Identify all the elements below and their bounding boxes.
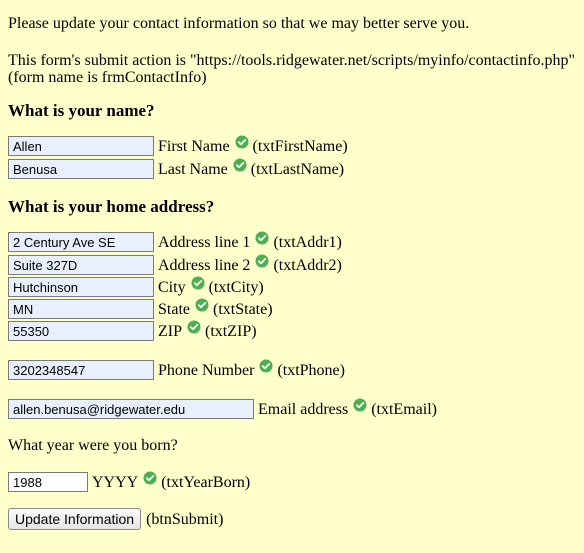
address-line1-id: (txtAddr1)	[273, 233, 342, 251]
green-checkmark-icon	[233, 158, 247, 172]
state-label: State	[158, 300, 190, 318]
state-id: (txtState)	[213, 300, 273, 318]
zip-id: (txtZIP)	[205, 322, 257, 340]
green-checkmark-icon	[235, 135, 249, 149]
submit-row: Update Information (btnSubmit)	[8, 508, 223, 530]
email-input[interactable]	[8, 399, 254, 419]
email-label: Email address	[258, 400, 349, 418]
phone-row: Phone Number (txtPhone)	[8, 359, 345, 381]
address-line1-input[interactable]	[8, 232, 154, 252]
birth-year-question: What year were you born?	[8, 437, 178, 454]
addr2-row: Address line 2 (txtAddr2)	[8, 254, 342, 276]
phone-label: Phone Number	[158, 361, 255, 379]
submit-id: (btnSubmit)	[146, 510, 224, 528]
city-label: City	[158, 278, 186, 296]
form-name-text: (form name is frmContactInfo)	[8, 69, 207, 86]
last-name-id: (txtLastName)	[250, 160, 345, 178]
phone-input[interactable]	[8, 360, 154, 380]
green-checkmark-icon	[191, 276, 205, 290]
address-line2-id: (txtAddr2)	[273, 256, 342, 274]
last-name-input[interactable]	[8, 159, 154, 179]
intro-text: Please update your contact information s…	[8, 15, 470, 32]
birth-year-input[interactable]	[8, 472, 88, 492]
first-name-id: (txtFirstName)	[252, 137, 348, 155]
email-row: Email address (txtEmail)	[8, 398, 437, 420]
first-name-label: First Name	[158, 137, 230, 155]
city-input[interactable]	[8, 277, 154, 297]
green-checkmark-icon	[353, 398, 367, 412]
address-line2-label: Address line 2	[158, 256, 251, 274]
zip-row: ZIP (txtZIP)	[8, 320, 257, 342]
email-id: (txtEmail)	[371, 400, 437, 418]
green-checkmark-icon	[187, 320, 201, 334]
green-checkmark-icon	[255, 231, 269, 245]
update-information-button[interactable]: Update Information	[8, 508, 142, 530]
green-checkmark-icon	[255, 254, 269, 268]
green-checkmark-icon	[143, 471, 157, 485]
green-checkmark-icon	[259, 359, 273, 373]
birth-year-id: (txtYearBorn)	[161, 473, 251, 491]
city-id: (txtCity)	[208, 278, 264, 296]
green-checkmark-icon	[195, 298, 209, 312]
address-line1-label: Address line 1	[158, 233, 251, 251]
last-name-label: Last Name	[158, 160, 228, 178]
addr1-row: Address line 1 (txtAddr1)	[8, 231, 342, 253]
phone-id: (txtPhone)	[277, 361, 345, 379]
first-name-row: First Name (txtFirstName)	[8, 135, 348, 157]
name-heading: What is your name?	[8, 101, 155, 120]
last-name-row: Last Name (txtLastName)	[8, 158, 344, 180]
birth-year-label: YYYY	[92, 473, 139, 491]
address-line2-input[interactable]	[8, 255, 154, 275]
city-row: City (txtCity)	[8, 276, 264, 298]
zip-input[interactable]	[8, 321, 154, 341]
address-heading: What is your home address?	[8, 197, 215, 216]
state-row: State (txtState)	[8, 298, 273, 320]
state-input[interactable]	[8, 299, 154, 319]
birth-year-row: YYYY (txtYearBorn)	[8, 471, 250, 493]
zip-label: ZIP	[158, 322, 182, 340]
first-name-input[interactable]	[8, 136, 154, 156]
